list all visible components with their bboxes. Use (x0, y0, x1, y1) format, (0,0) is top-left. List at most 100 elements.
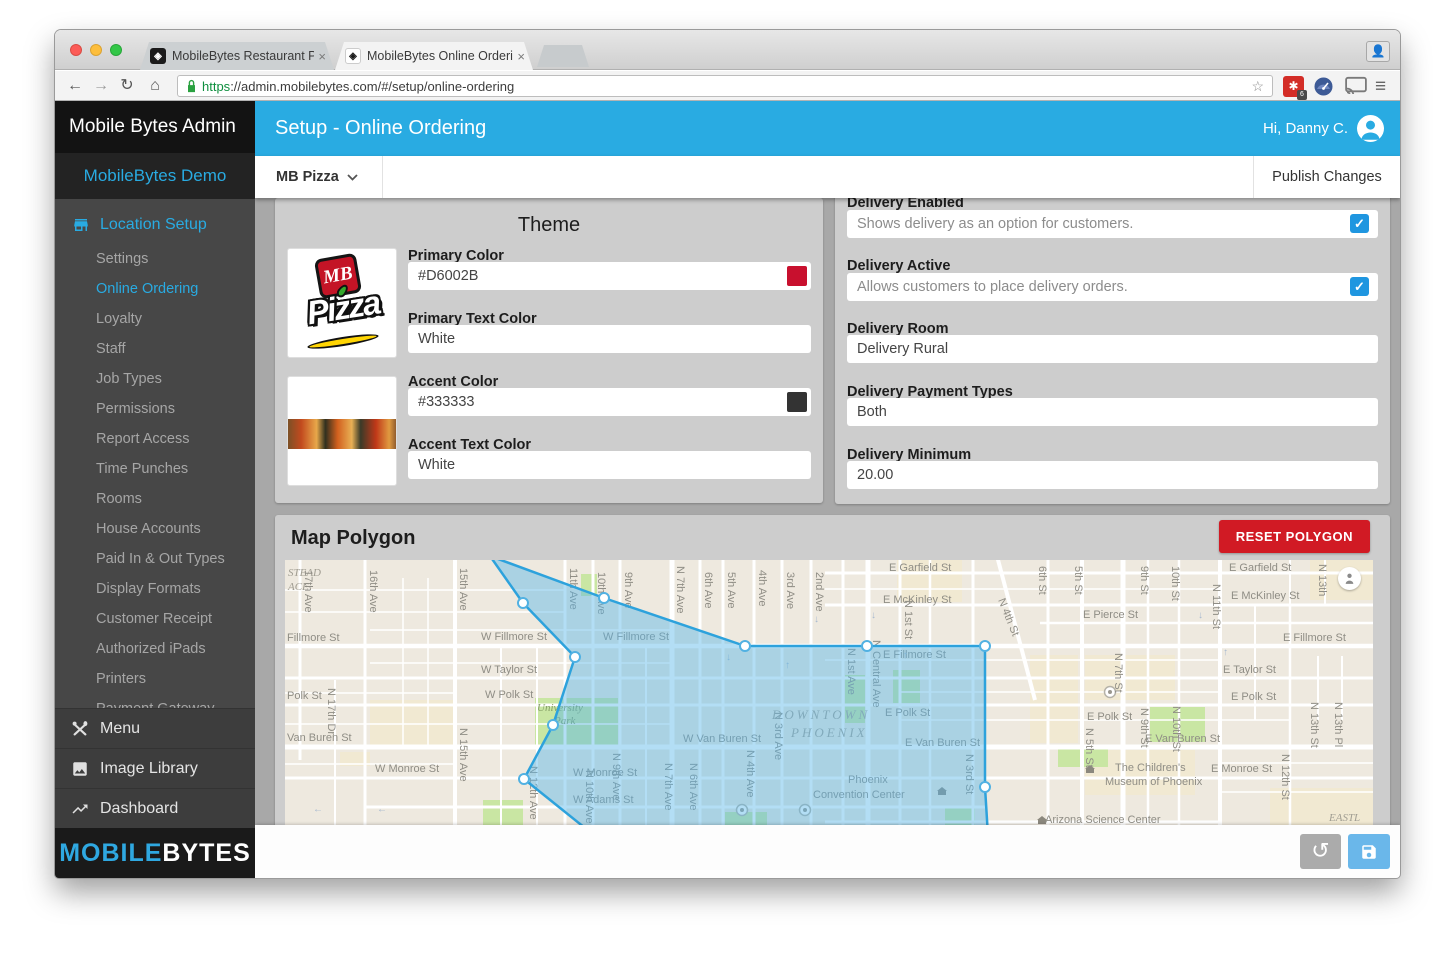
map-street-label: 6th St (1036, 566, 1048, 595)
polygon-vertex-handle[interactable] (980, 782, 990, 792)
reset-polygon-button[interactable]: RESET POLYGON (1219, 520, 1370, 553)
close-tab-icon[interactable]: × (517, 49, 525, 64)
delivery-active-row: Allows customers to place delivery order… (847, 273, 1378, 301)
undo-button[interactable]: ↺ (1300, 834, 1341, 869)
polygon-vertex-handle[interactable] (740, 641, 750, 651)
polygon-vertex-handle[interactable] (570, 652, 580, 662)
map-street-label: Museum of Phoenix (1105, 776, 1203, 788)
polygon-vertex-handle[interactable] (519, 774, 529, 784)
map-street-label: N 7th St (1112, 653, 1124, 693)
field-description: Shows delivery as an option for customer… (857, 216, 1133, 232)
forward-button[interactable]: → (89, 74, 113, 98)
publish-changes-button[interactable]: Publish Changes (1253, 156, 1400, 198)
map-street-label: Arizona Science Center (1045, 814, 1161, 825)
sidebar-section-location-setup[interactable]: Location Setup (55, 208, 255, 242)
account-name[interactable]: MobileBytes Demo (55, 153, 255, 199)
sidebar-item-staff[interactable]: Staff (55, 334, 255, 364)
theme-logo-image[interactable]: MB Pizza (287, 248, 397, 358)
map-street-label: 17th Ave (302, 570, 314, 613)
new-tab-button[interactable] (537, 45, 589, 67)
delivery-room-input[interactable]: Delivery Rural (847, 335, 1378, 363)
polygon-vertex-handle[interactable] (862, 641, 872, 651)
polygon-vertex-handle[interactable] (599, 593, 609, 603)
field-label: Delivery Active (847, 258, 950, 274)
map-street-label: 10th St (1169, 566, 1181, 601)
primary-color-swatch[interactable] (787, 266, 807, 286)
lastpass-extension-icon[interactable]: ✱6 (1283, 76, 1304, 97)
sidebar-section-label: Location Setup (100, 216, 207, 234)
map-control-icon[interactable] (1338, 567, 1361, 590)
sidebar-item-permissions[interactable]: Permissions (55, 394, 255, 424)
cast-extension-icon[interactable] (1345, 76, 1366, 97)
map-street-label: The Children's (1115, 762, 1186, 774)
user-greeting: Hi, Danny C. (1263, 101, 1348, 156)
theme-panel: Theme MB Pizza Primary Color #D6002B Pri… (275, 198, 823, 503)
browser-window: ◈ MobileBytes Restaurant PO × ◈ MobileBy… (55, 30, 1400, 878)
save-button[interactable] (1348, 834, 1390, 869)
minimize-window-button[interactable] (90, 44, 102, 56)
polygon-vertex-handle[interactable] (518, 598, 528, 608)
zoom-window-button[interactable] (110, 44, 122, 56)
delivery-minimum-input[interactable]: 20.00 (847, 461, 1378, 489)
delivery-area-map[interactable]: STEADACE17th Ave16th Ave15th AveN 15th A… (285, 560, 1373, 825)
close-tab-icon[interactable]: × (318, 49, 326, 64)
map-street-label: E Fillmore St (1283, 632, 1346, 644)
primary-text-color-input[interactable]: White (408, 325, 811, 353)
sidebar-item-customer-receipt[interactable]: Customer Receipt (55, 604, 255, 634)
sidebar-item-authorized-ipads[interactable]: Authorized iPads (55, 634, 255, 664)
sidebar-item-label: Image Library (100, 760, 198, 778)
accent-color-input[interactable]: #333333 (408, 388, 811, 416)
primary-color-input[interactable]: #D6002B (408, 262, 811, 290)
delivery-enabled-checkbox[interactable]: ✓ (1350, 214, 1369, 233)
sidebar-item-dashboard[interactable]: Dashboard (55, 788, 255, 828)
user-avatar-icon[interactable] (1357, 115, 1384, 142)
sidebar-nav: SettingsOnline OrderingLoyaltyStaffJob T… (55, 244, 255, 724)
sidebar-item-time-punches[interactable]: Time Punches (55, 454, 255, 484)
accent-color-swatch[interactable] (787, 392, 807, 412)
back-button[interactable]: ← (63, 74, 87, 98)
url-text: ://admin.mobilebytes.com/#/setup/online-… (230, 79, 514, 94)
theme-banner-image[interactable] (287, 376, 397, 486)
delivery-payment-types-input[interactable]: Both (847, 398, 1378, 426)
polygon-vertex-handle[interactable] (548, 720, 558, 730)
close-window-button[interactable] (70, 44, 82, 56)
image-icon (71, 760, 89, 778)
map-street-label: 6th Ave (702, 572, 714, 609)
browser-menu-icon[interactable]: ≡ (1375, 77, 1386, 96)
sidebar-item-job-types[interactable]: Job Types (55, 364, 255, 394)
reload-button[interactable]: ↻ (115, 74, 139, 98)
sidebar-item-printers[interactable]: Printers (55, 664, 255, 694)
delivery-enabled-row: Shows delivery as an option for customer… (847, 210, 1378, 238)
sidebar-item-paid-in-out-types[interactable]: Paid In & Out Types (55, 544, 255, 574)
address-bar[interactable]: https://admin.mobilebytes.com/#/setup/on… (177, 75, 1273, 97)
sidebar-item-rooms[interactable]: Rooms (55, 484, 255, 514)
sidebar-item-online-ordering[interactable]: Online Ordering (55, 274, 255, 304)
delivery-active-checkbox[interactable]: ✓ (1350, 277, 1369, 296)
location-selector[interactable]: MB Pizza (255, 156, 383, 198)
theme-title: Theme (275, 198, 823, 237)
home-button[interactable]: ⌂ (143, 74, 167, 98)
tab-restaurant-pos[interactable]: ◈ MobileBytes Restaurant PO × (140, 42, 334, 70)
bookmark-star-icon[interactable]: ☆ (1251, 78, 1264, 95)
one-way-arrow: ↓ (814, 614, 819, 625)
sidebar-item-report-access[interactable]: Report Access (55, 424, 255, 454)
map-road (1080, 560, 1084, 825)
sidebar-item-display-formats[interactable]: Display Formats (55, 574, 255, 604)
tab-online-ordering[interactable]: ◈ MobileBytes Online Orderin × (335, 42, 533, 70)
map-road (1220, 791, 1373, 793)
sidebar-item-label: Menu (100, 720, 140, 738)
polygon-vertex-handle[interactable] (980, 641, 990, 651)
accent-text-color-input[interactable]: White (408, 451, 811, 479)
sidebar-item-house-accounts[interactable]: House Accounts (55, 514, 255, 544)
one-way-arrow: ↓ (1198, 610, 1203, 621)
map-street-label: N 5th St (1083, 728, 1095, 768)
map-street-label: N 11th St (1210, 584, 1222, 629)
sidebar-item-menu[interactable]: Menu (55, 708, 255, 748)
browser-profile-icon[interactable]: 👤 (1366, 41, 1390, 62)
one-way-arrow: ← (377, 804, 387, 815)
one-way-arrow: ↑ (1223, 647, 1228, 658)
sidebar-item-loyalty[interactable]: Loyalty (55, 304, 255, 334)
gauge-extension-icon[interactable] (1313, 76, 1334, 97)
sidebar-item-settings[interactable]: Settings (55, 244, 255, 274)
sidebar-item-image-library[interactable]: Image Library (55, 748, 255, 788)
